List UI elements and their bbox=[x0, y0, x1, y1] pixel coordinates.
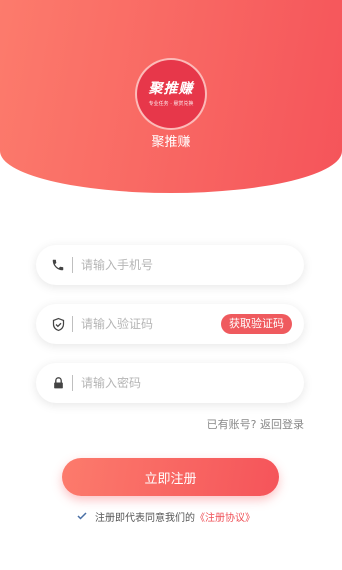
get-code-button[interactable]: 获取验证码 bbox=[221, 314, 292, 334]
app-name: 聚推赚 bbox=[151, 135, 191, 150]
code-input[interactable] bbox=[81, 317, 221, 331]
password-input[interactable] bbox=[81, 376, 304, 390]
logo-text: 聚推赚 bbox=[148, 81, 194, 97]
field-divider bbox=[72, 375, 73, 391]
agreement-checkbox[interactable] bbox=[74, 508, 90, 524]
logo-subtitle: 专业任务 · 悬赏兑换 bbox=[148, 101, 194, 107]
phone-field[interactable] bbox=[36, 245, 304, 285]
agreement-link[interactable]: 《注册协议》 bbox=[195, 509, 255, 524]
password-field[interactable] bbox=[36, 363, 304, 403]
phone-input[interactable] bbox=[81, 258, 304, 272]
back-to-login-link[interactable]: 已有账号? 返回登录 bbox=[207, 417, 304, 433]
agreement-text: 注册即代表同意我们的 bbox=[95, 512, 195, 524]
checkmark-icon bbox=[77, 512, 87, 520]
app-logo: 聚推赚 专业任务 · 悬赏兑换 bbox=[137, 60, 205, 128]
register-button[interactable]: 立即注册 bbox=[62, 458, 279, 496]
field-divider bbox=[72, 316, 73, 332]
code-field[interactable]: 获取验证码 bbox=[36, 304, 304, 344]
agreement-row: 注册即代表同意我们的 《注册协议》 bbox=[74, 508, 255, 524]
field-divider bbox=[72, 257, 73, 273]
